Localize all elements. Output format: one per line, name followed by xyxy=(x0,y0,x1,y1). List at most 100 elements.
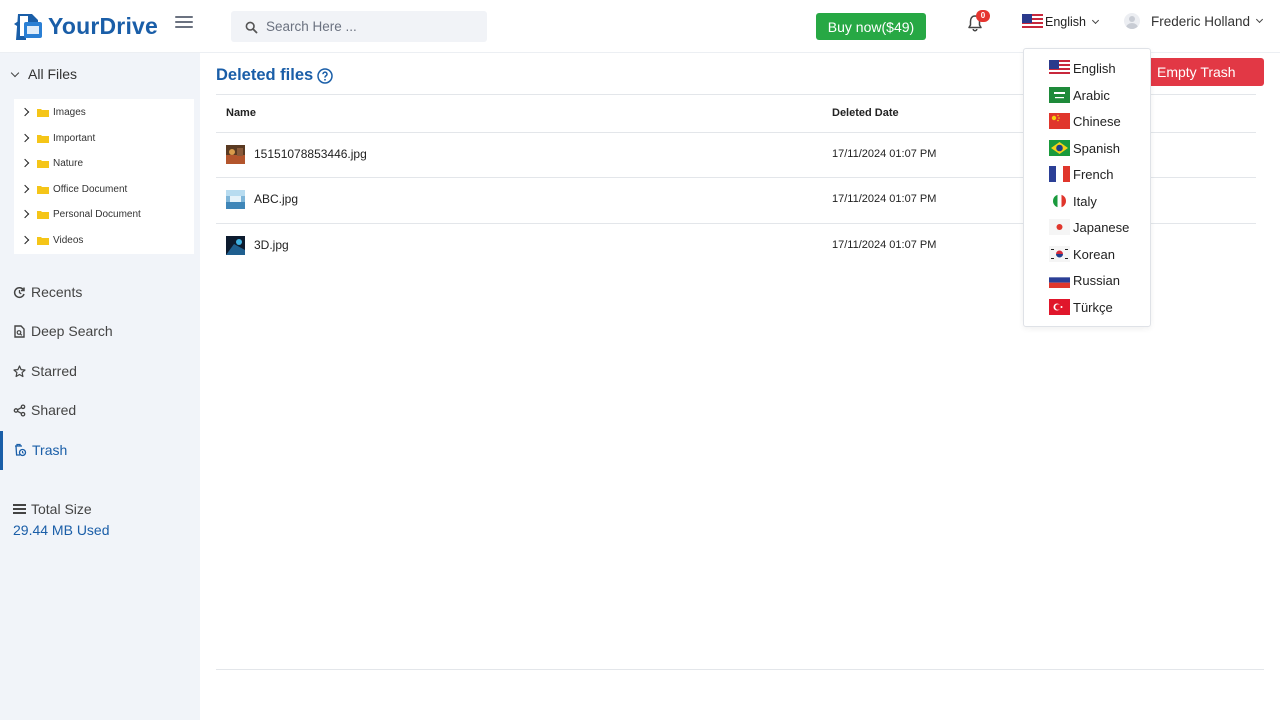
trash-icon xyxy=(15,443,27,457)
sidebar-item-label: Trash xyxy=(32,442,68,458)
image-thumbnail xyxy=(226,145,245,164)
language-dropdown-menu: English Arabic Chinese Spanish French It… xyxy=(1023,48,1151,327)
search-input[interactable] xyxy=(231,11,487,42)
total-size: Total Size xyxy=(13,501,92,517)
deleted-date: 17/11/2024 01:07 PM xyxy=(832,193,937,205)
folder-item-videos[interactable]: Videos xyxy=(20,233,84,247)
brazil-flag-icon xyxy=(1049,140,1070,156)
folder-item-important[interactable]: Important xyxy=(20,131,96,145)
folder-icon xyxy=(37,134,49,143)
sidebar-item-deep-search[interactable]: Deep Search xyxy=(13,323,113,339)
language-option-french[interactable]: French xyxy=(1049,163,1113,185)
language-label: Türkçe xyxy=(1073,299,1113,315)
top-header: YourDrive Buy now($49) 0 English Frederi… xyxy=(0,0,1280,53)
folder-icon xyxy=(37,159,49,168)
russia-flag-icon xyxy=(1049,272,1070,288)
share-icon xyxy=(13,403,26,417)
sidebar-item-label: Starred xyxy=(31,363,77,379)
us-flag-icon xyxy=(1049,60,1070,76)
language-option-italy[interactable]: Italy xyxy=(1049,190,1097,212)
sidebar-item-shared[interactable]: Shared xyxy=(13,402,76,418)
language-label: Korean xyxy=(1073,246,1115,262)
language-selector[interactable]: English xyxy=(1022,14,1100,30)
image-thumbnail xyxy=(226,236,245,255)
page-title: Deleted files xyxy=(216,66,333,85)
chevron-right-icon xyxy=(20,158,30,168)
buy-now-button[interactable]: Buy now($49) xyxy=(816,13,926,40)
language-label: Russian xyxy=(1073,272,1120,288)
folder-icon xyxy=(37,108,49,117)
language-option-chinese[interactable]: Chinese xyxy=(1049,110,1121,132)
star-icon xyxy=(13,364,26,377)
language-option-turkce[interactable]: Türkçe xyxy=(1049,296,1113,318)
folder-label: Personal Document xyxy=(53,208,141,220)
language-option-arabic[interactable]: Arabic xyxy=(1049,84,1110,106)
search-icon xyxy=(245,21,258,34)
chevron-right-icon xyxy=(20,184,30,194)
help-icon[interactable] xyxy=(317,67,333,84)
menu-toggle-icon[interactable] xyxy=(175,16,193,32)
storage-used: 29.44 MB Used xyxy=(13,522,110,538)
sidebar: All Files Images Important Nature Office… xyxy=(0,53,200,720)
sidebar-item-trash[interactable]: Trash xyxy=(13,442,67,458)
sidebar-item-label: Recents xyxy=(31,284,83,300)
folder-icon xyxy=(37,236,49,245)
sidebar-item-recents[interactable]: Recents xyxy=(13,284,82,300)
language-label: French xyxy=(1073,166,1114,182)
all-files-label: All Files xyxy=(28,66,78,82)
saudi-flag-icon xyxy=(1049,87,1070,103)
sidebar-item-label: Deep Search xyxy=(31,323,113,339)
column-header-name[interactable]: Name xyxy=(226,107,256,119)
user-name: Frederic Holland xyxy=(1151,13,1251,29)
language-label: English xyxy=(1073,60,1116,76)
drive-logo-icon xyxy=(14,14,42,40)
folder-label: Office Document xyxy=(53,183,128,195)
current-language: English xyxy=(1045,15,1086,29)
deleted-date: 17/11/2024 01:07 PM xyxy=(832,239,937,251)
sidebar-item-label: Shared xyxy=(31,402,77,418)
language-label: Japanese xyxy=(1073,219,1130,235)
folder-item-personal-document[interactable]: Personal Document xyxy=(20,207,141,221)
file-name: ABC.jpg xyxy=(254,192,299,206)
japan-flag-icon xyxy=(1049,219,1070,235)
language-option-english[interactable]: English xyxy=(1049,57,1116,79)
search-box xyxy=(231,11,487,42)
language-option-japanese[interactable]: Japanese xyxy=(1049,216,1129,238)
image-thumbnail xyxy=(226,190,245,209)
avatar xyxy=(1124,13,1140,29)
sidebar-item-starred[interactable]: Starred xyxy=(13,363,77,379)
deleted-date: 17/11/2024 01:07 PM xyxy=(832,148,937,160)
language-option-russian[interactable]: Russian xyxy=(1049,269,1120,291)
korea-flag-icon xyxy=(1049,246,1070,262)
folder-item-nature[interactable]: Nature xyxy=(20,156,83,170)
chevron-right-icon xyxy=(20,235,30,245)
app-logo[interactable]: YourDrive xyxy=(12,10,158,42)
italy-flag-icon xyxy=(1049,193,1070,209)
column-header-deleted-date[interactable]: Deleted Date xyxy=(832,107,899,119)
folder-item-office-document[interactable]: Office Document xyxy=(20,182,128,196)
folder-item-images[interactable]: Images xyxy=(20,105,86,119)
language-label: Italy xyxy=(1073,193,1097,209)
chevron-right-icon xyxy=(20,107,30,117)
language-label: Arabic xyxy=(1073,87,1110,103)
chevron-right-icon xyxy=(20,133,30,143)
folder-icon xyxy=(37,185,49,194)
language-label: Spanish xyxy=(1073,140,1120,156)
file-name: 3D.jpg xyxy=(254,238,289,252)
app-name: YourDrive xyxy=(48,12,159,39)
empty-trash-button[interactable]: Empty Trash xyxy=(1148,58,1264,86)
chevron-down-icon xyxy=(1256,15,1264,24)
user-menu[interactable]: Frederic Holland xyxy=(1124,13,1264,29)
all-files-toggle[interactable]: All Files xyxy=(10,66,77,82)
france-flag-icon xyxy=(1049,166,1070,182)
folder-label: Videos xyxy=(53,234,84,246)
folder-label: Important xyxy=(53,132,96,144)
language-option-spanish[interactable]: Spanish xyxy=(1049,137,1120,159)
us-flag-icon xyxy=(1022,14,1043,30)
folder-icon xyxy=(37,210,49,219)
language-option-korean[interactable]: Korean xyxy=(1049,243,1115,265)
storage-list-icon xyxy=(13,504,26,514)
chevron-right-icon xyxy=(20,209,30,219)
folder-tree: Images Important Nature Office Document … xyxy=(14,99,194,254)
language-label: Chinese xyxy=(1073,113,1121,129)
